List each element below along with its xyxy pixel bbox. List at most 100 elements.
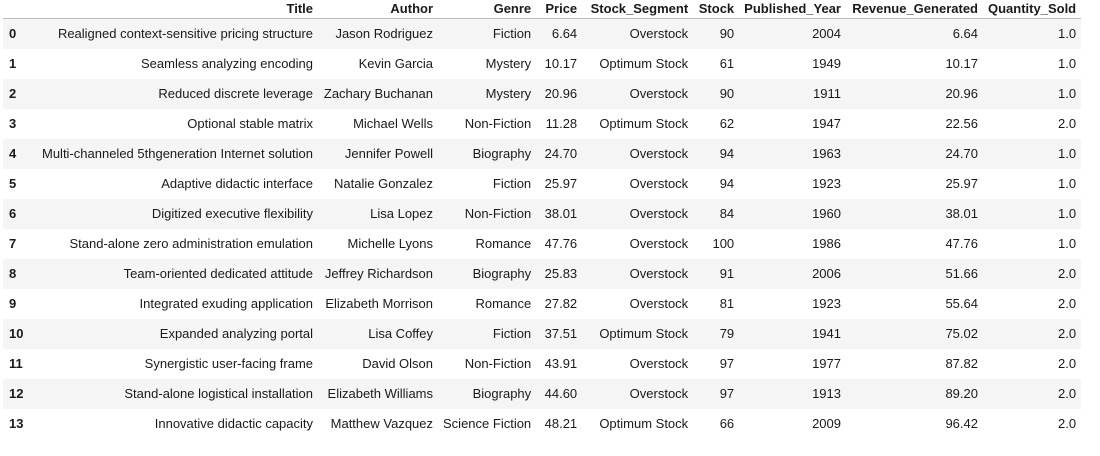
cell-price: 10.17 xyxy=(544,56,578,71)
cell-author: Lisa Coffey xyxy=(368,326,434,341)
cell-title: Stand-alone zero administration emulatio… xyxy=(69,236,314,251)
cell-title: Stand-alone logistical installation xyxy=(124,386,314,401)
cell-title: Realigned context-sensitive pricing stru… xyxy=(57,26,314,42)
cell-author: Jennifer Powell xyxy=(344,146,434,161)
cell-stock: 79 xyxy=(719,326,735,341)
cell-quantity-sold: 1.0 xyxy=(1058,56,1077,71)
table-row: 11 Synergistic user-facing frame David Ols… xyxy=(3,348,1082,379)
cell-title: Optional stable matrix xyxy=(187,116,314,131)
column-header-stock-segment: Stock_Segment xyxy=(582,0,694,19)
cell-revenue-generated: 22.56 xyxy=(945,116,978,131)
cell-author: Zachary Buchanan xyxy=(323,86,434,101)
cell-price: 44.60 xyxy=(544,386,578,401)
cell-quantity-sold: 1.0 xyxy=(1058,176,1077,191)
table-header-row: Title Author Genre Price Stock_Segment S… xyxy=(3,0,1082,19)
column-header-author: Author xyxy=(318,0,439,19)
column-header-genre: Genre xyxy=(438,0,537,19)
cell-genre: Romance xyxy=(475,236,532,251)
row-index: 6 xyxy=(9,206,17,221)
cell-revenue-generated: 20.96 xyxy=(945,86,978,101)
cell-genre: Fiction xyxy=(492,326,532,341)
cell-quantity-sold: 1.0 xyxy=(1058,146,1077,161)
cell-stock-segment: Overstock xyxy=(629,86,689,101)
cell-revenue-generated: 55.64 xyxy=(945,296,978,311)
cell-genre: Mystery xyxy=(485,56,532,71)
cell-revenue-generated: 6.64 xyxy=(952,26,978,42)
cell-author: Michael Wells xyxy=(353,116,434,131)
cell-revenue-generated: 51.66 xyxy=(945,266,978,281)
cell-author: Elizabeth Morrison xyxy=(325,296,434,311)
cell-published-year: 1923 xyxy=(812,296,841,311)
cell-genre: Non-Fiction xyxy=(464,206,532,221)
cell-published-year: 2006 xyxy=(812,266,841,281)
row-index: 0 xyxy=(9,26,17,42)
column-header-published-year: Published_Year xyxy=(739,0,846,19)
cell-price: 37.51 xyxy=(544,326,578,341)
cell-author: Lisa Lopez xyxy=(370,206,434,221)
table-row: 9 Integrated exuding application Elizabeth… xyxy=(3,288,1082,319)
cell-title: Adaptive didactic interface xyxy=(161,176,314,191)
column-header-quantity-sold: Quantity_Sold xyxy=(983,0,1082,19)
table-row: 1 Seamless analyzing encoding Kevin Garcia… xyxy=(3,48,1082,79)
row-index: 1 xyxy=(9,56,17,71)
cell-published-year: 1947 xyxy=(812,116,841,131)
cell-stock: 84 xyxy=(719,206,735,221)
cell-stock-segment: Overstock xyxy=(629,206,689,221)
cell-stock-segment: Overstock xyxy=(629,386,689,401)
cell-stock-segment: Overstock xyxy=(629,146,689,161)
cell-published-year: 2009 xyxy=(812,416,841,431)
cell-quantity-sold: 1.0 xyxy=(1058,206,1077,221)
column-header-revenue-generated: Revenue_Generated xyxy=(846,0,983,19)
cell-title: Expanded analyzing portal xyxy=(159,326,314,341)
cell-published-year: 2004 xyxy=(812,26,841,42)
cell-revenue-generated: 10.17 xyxy=(945,56,978,71)
cell-quantity-sold: 1.0 xyxy=(1058,86,1077,101)
cell-quantity-sold: 2.0 xyxy=(1058,116,1077,131)
cell-stock-segment: Optimum Stock xyxy=(599,416,689,431)
row-index: 4 xyxy=(9,146,17,161)
cell-price: 24.70 xyxy=(544,146,578,161)
cell-author: David Olson xyxy=(362,356,434,371)
cell-stock: 97 xyxy=(719,386,735,401)
row-index: 9 xyxy=(9,296,17,311)
cell-published-year: 1960 xyxy=(812,206,841,221)
cell-author: Natalie Gonzalez xyxy=(334,176,434,191)
table-row: 7 Stand-alone zero administration emulati… xyxy=(3,228,1082,259)
cell-title: Multi-channeled 5thgeneration Internet s… xyxy=(42,146,314,161)
cell-price: 20.96 xyxy=(544,86,578,101)
table-row: 10 Expanded analyzing portal Lisa Coffey Fi… xyxy=(3,318,1082,349)
table-row: 13 Innovative didactic capacity Matthew Va… xyxy=(3,408,1082,439)
cell-genre: Biography xyxy=(472,266,532,281)
cell-title: Seamless analyzing encoding xyxy=(141,56,314,71)
cell-author: Matthew Vazquez xyxy=(330,416,434,431)
cell-price: 38.01 xyxy=(544,206,578,221)
cell-genre: Mystery xyxy=(485,86,532,101)
cell-price: 11.28 xyxy=(545,116,578,131)
table-row: 5 Adaptive didactic interface Natalie Gonz… xyxy=(3,168,1082,199)
row-index: 2 xyxy=(9,86,17,101)
cell-title: Innovative didactic capacity xyxy=(154,416,314,431)
cell-stock-segment: Overstock xyxy=(629,26,689,42)
table-body: 0 Realigned context-sensitive pricing str… xyxy=(3,18,1082,439)
cell-published-year: 1941 xyxy=(812,326,841,341)
cell-published-year: 1963 xyxy=(812,146,841,161)
cell-revenue-generated: 96.42 xyxy=(945,416,978,431)
cell-stock: 90 xyxy=(719,86,735,101)
table-row: 8 Team-oriented dedicated attitude Jeffrey… xyxy=(3,258,1082,289)
cell-stock: 90 xyxy=(719,26,735,42)
cell-quantity-sold: 1.0 xyxy=(1058,26,1077,42)
cell-title: Synergistic user-facing frame xyxy=(144,356,314,371)
cell-stock: 61 xyxy=(719,56,735,71)
cell-genre: Fiction xyxy=(492,176,532,191)
table-row: 12 Stand-alone logistical installation Eli… xyxy=(3,378,1082,409)
row-index: 11 xyxy=(9,356,23,371)
cell-price: 25.97 xyxy=(544,176,578,191)
table-row: 0 Realigned context-sensitive pricing str… xyxy=(3,18,1082,49)
cell-published-year: 1913 xyxy=(812,386,841,401)
notebook-output-area: Title Author Genre Price Stock_Segment S… xyxy=(0,0,1100,456)
cell-stock: 97 xyxy=(719,356,735,371)
cell-quantity-sold: 1.0 xyxy=(1058,236,1077,251)
cell-stock-segment: Overstock xyxy=(629,236,689,251)
cell-author: Kevin Garcia xyxy=(358,56,434,71)
cell-price: 43.91 xyxy=(544,356,578,371)
